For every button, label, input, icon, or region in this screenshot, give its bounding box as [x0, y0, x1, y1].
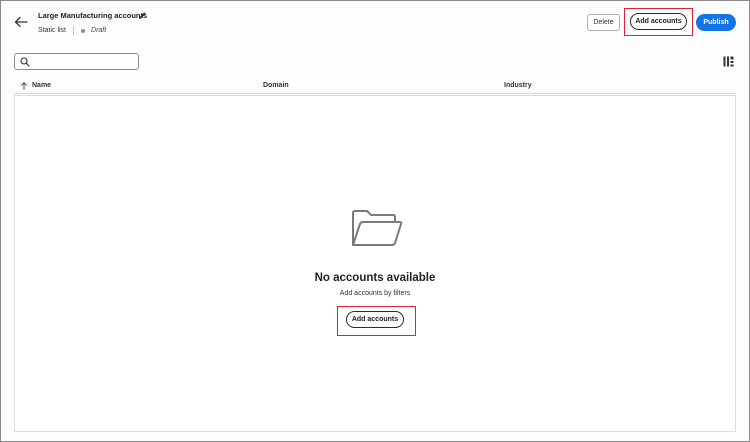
list-type-label: Static list — [38, 27, 67, 34]
search-icon — [20, 57, 30, 67]
empty-state-title: No accounts available — [314, 272, 436, 284]
column-header-industry[interactable]: Industry — [504, 82, 532, 89]
app-frame: Large Manufacturing accounts Static list… — [0, 0, 750, 442]
sort-arrow-icon[interactable] — [21, 82, 27, 90]
publish-button[interactable]: Publish — [696, 14, 736, 31]
add-accounts-empty-button[interactable]: Add accounts — [346, 311, 404, 328]
back-arrow-icon[interactable] — [13, 14, 29, 30]
add-accounts-button[interactable]: Add accounts — [630, 13, 687, 30]
search-box[interactable] — [14, 53, 139, 70]
status-dot-icon — [81, 28, 86, 33]
meta-divider — [73, 26, 75, 35]
pencil-icon[interactable] — [138, 11, 147, 20]
list-meta: Static list Draft — [38, 26, 106, 35]
search-input[interactable] — [33, 55, 137, 68]
page-title: Large Manufacturing accounts — [38, 11, 148, 20]
column-settings-icon[interactable] — [723, 56, 734, 67]
status-label: Draft — [91, 27, 107, 34]
column-header-name[interactable]: Name — [32, 82, 51, 89]
column-header-domain[interactable]: Domain — [263, 82, 289, 89]
folder-icon — [352, 210, 403, 246]
empty-state-subtitle: Add accounts by filters — [339, 290, 411, 297]
delete-button[interactable]: Delete — [587, 14, 620, 31]
table-header: Name Domain Industry — [14, 79, 736, 94]
table-body: No accounts available Add accounts by fi… — [14, 95, 736, 432]
